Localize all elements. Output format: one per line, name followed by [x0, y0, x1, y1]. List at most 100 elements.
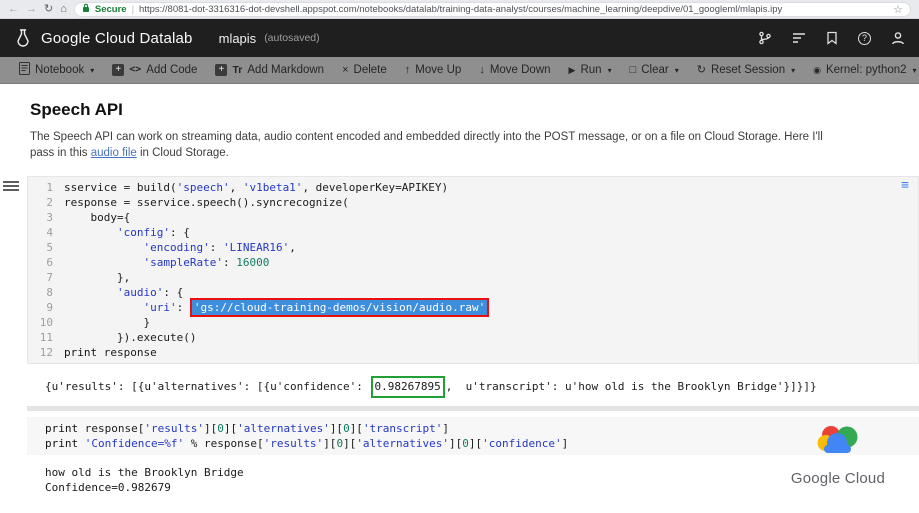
- section-title: Speech API: [30, 100, 123, 119]
- google-cloud-wordmark: Google Cloud: [790, 470, 885, 487]
- run-label: Run: [580, 64, 602, 76]
- code-line[interactable]: 7 },: [28, 270, 918, 285]
- code-line[interactable]: 5 'encoding': 'LINEAR16',: [28, 240, 918, 255]
- code-line[interactable]: 9 'uri': 'gs://cloud-training-demos/visi…: [28, 298, 918, 317]
- code-line[interactable]: 3 body={: [28, 210, 918, 225]
- account-icon[interactable]: [891, 31, 905, 45]
- code-line[interactable]: 12 print response: [28, 345, 918, 360]
- add-markdown-label: Add Markdown: [247, 64, 325, 76]
- notebook-name: mlapis: [218, 30, 257, 46]
- code-editor-1[interactable]: 1 sservice = build('speech', 'v1beta1', d…: [27, 176, 919, 364]
- play-icon: ▶: [568, 64, 576, 75]
- url-text: https://8081-dot-3316316-dot-devshell.ap…: [139, 3, 783, 15]
- clear-icon: □: [629, 63, 637, 76]
- plus-icon: +: [112, 64, 125, 76]
- lock-icon: [82, 3, 90, 16]
- code-line[interactable]: 11 }).execute(): [28, 330, 918, 345]
- run-button[interactable]: ▶ Run ▾: [560, 64, 621, 76]
- arrow-down-icon: ↓: [479, 63, 485, 76]
- forward-icon[interactable]: →: [26, 3, 37, 15]
- app-header: Google Cloud Datalab mlapis (autosaved) …: [0, 19, 919, 57]
- help-icon[interactable]: ?: [858, 31, 871, 45]
- line-number: 3: [46, 211, 53, 224]
- code-editor-2[interactable]: print response['results'][0]['alternativ…: [27, 417, 919, 455]
- brand-title: Google Cloud Datalab: [41, 29, 193, 47]
- notebook-menu-label: Notebook: [35, 64, 85, 76]
- secure-label: Secure: [94, 3, 127, 15]
- add-code-label: Add Code: [146, 64, 198, 76]
- notebook-menu[interactable]: Notebook ▾: [10, 62, 103, 78]
- move-down-label: Move Down: [489, 64, 551, 76]
- text-icon: Tr: [232, 63, 243, 76]
- chevron-down-icon: ▾: [912, 65, 917, 75]
- code-line[interactable]: 6 'sampleRate': 16000: [28, 255, 918, 270]
- google-cloud-icon: [815, 422, 861, 461]
- code-line[interactable]: 4 'config': {: [28, 225, 918, 240]
- kernel-icon: ◉: [813, 64, 821, 75]
- cell-divider: [27, 406, 919, 411]
- code-line[interactable]: 1 sservice = build('speech', 'v1beta1', d…: [28, 180, 918, 195]
- reset-session-label: Reset Session: [710, 64, 786, 76]
- audio-file-link[interactable]: audio file: [91, 147, 137, 159]
- notebook-toolbar: Notebook ▾ + <> Add Code + Tr Add Markdo…: [0, 57, 919, 84]
- cell-2-output: how old is the Brooklyn Bridge Confidence…: [27, 455, 919, 505]
- add-code-button[interactable]: + <> Add Code: [103, 64, 206, 76]
- line-number: 7: [46, 271, 53, 284]
- line-number: 4: [46, 226, 53, 239]
- move-down-button[interactable]: ↓ Move Down: [470, 64, 559, 76]
- bookmark-star-icon[interactable]: ☆: [893, 3, 903, 16]
- kernel-label: Kernel: python2: [825, 64, 907, 76]
- bookmark-icon[interactable]: [826, 31, 838, 45]
- output-line: how old is the Brooklyn Bridge: [45, 466, 244, 479]
- intro-segment: in Cloud Storage.: [136, 147, 229, 159]
- line-number: 10: [39, 316, 53, 329]
- line-number: 6: [46, 256, 53, 269]
- clear-button[interactable]: □ Clear ▾: [621, 64, 688, 76]
- cell-menu-icon[interactable]: ≡: [901, 179, 909, 192]
- delete-button[interactable]: × Delete: [333, 64, 396, 76]
- list-icon[interactable]: [792, 32, 806, 44]
- line-number: 2: [46, 196, 53, 209]
- code-cell-2: print response['results'][0]['alternativ…: [27, 417, 919, 505]
- back-icon[interactable]: ←: [8, 3, 19, 15]
- cell-sidebar-toggle-icon[interactable]: [3, 179, 19, 193]
- url-separator: |: [131, 3, 135, 15]
- clear-label: Clear: [641, 64, 669, 76]
- home-icon[interactable]: ⌂: [60, 3, 67, 15]
- move-up-button[interactable]: ↑ Move Up: [396, 64, 471, 76]
- move-up-label: Move Up: [415, 64, 462, 76]
- code-line[interactable]: 10 }: [28, 315, 918, 330]
- google-cloud-logo: Google Cloud: [791, 422, 885, 487]
- code-line[interactable]: print 'Confidence=%f' % response['result…: [45, 436, 919, 451]
- reset-icon: ↻: [696, 63, 706, 76]
- reset-session-button[interactable]: ↻ Reset Session ▾: [688, 64, 804, 76]
- plus-icon: +: [215, 64, 228, 76]
- line-number: 9: [46, 301, 53, 314]
- chevron-down-icon: ▾: [607, 65, 612, 75]
- chevron-down-icon: ▾: [90, 65, 95, 75]
- delete-icon: ×: [342, 63, 349, 76]
- notebook-content: Speech API The Speech API can work on st…: [0, 84, 919, 513]
- add-markdown-button[interactable]: + Tr Add Markdown: [206, 64, 333, 76]
- chevron-down-icon: ▾: [674, 65, 679, 75]
- sessions-branch-icon[interactable]: [758, 31, 772, 45]
- cell-1-output: {u'results': [{u'alternatives': [{u'conf…: [27, 364, 919, 406]
- line-number: 11: [39, 331, 53, 344]
- chevron-down-icon: ▾: [791, 65, 796, 75]
- code-line[interactable]: 2 response = sservice.speech().syncrecogn…: [28, 195, 918, 210]
- output-line: Confidence=0.982679: [45, 481, 171, 494]
- reload-icon[interactable]: ↻: [44, 3, 53, 15]
- code-line[interactable]: print response['results'][0]['alternativ…: [45, 421, 919, 436]
- intro-text: The Speech API can work on streaming dat…: [30, 129, 896, 161]
- code-cell-2-lines: print response['results'][0]['alternativ…: [45, 421, 919, 451]
- code-brackets-icon: <>: [129, 64, 142, 75]
- intro-segment: pass in this: [30, 147, 91, 159]
- intro-segment: The Speech API can work on streaming dat…: [30, 131, 823, 143]
- code-cell-1: 1 sservice = build('speech', 'v1beta1', d…: [3, 176, 919, 406]
- line-number: 8: [46, 286, 53, 299]
- delete-label: Delete: [353, 64, 387, 76]
- address-bar[interactable]: Secure | https://8081-dot-3316316-dot-de…: [73, 1, 911, 17]
- line-number: 5: [46, 241, 53, 254]
- kernel-selector[interactable]: ◉ Kernel: python2 ▾: [804, 64, 919, 76]
- line-number: 12: [39, 346, 53, 359]
